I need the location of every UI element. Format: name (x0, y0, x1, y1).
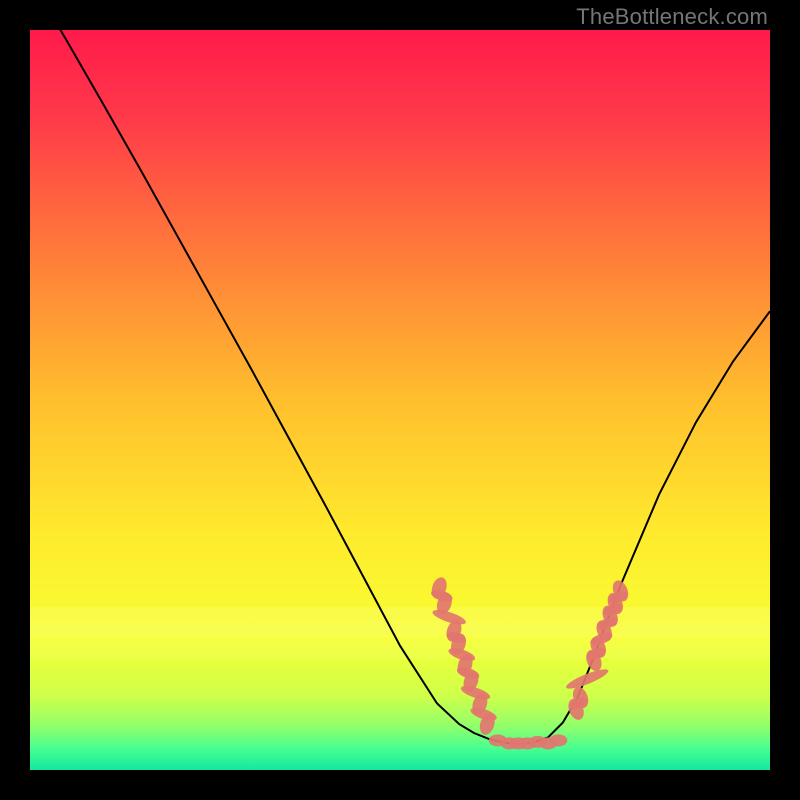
watermark-text: TheBottleneck.com (576, 4, 768, 30)
bottleneck-curve (30, 30, 770, 744)
chart-frame (30, 30, 770, 770)
chart-plot (30, 30, 770, 770)
